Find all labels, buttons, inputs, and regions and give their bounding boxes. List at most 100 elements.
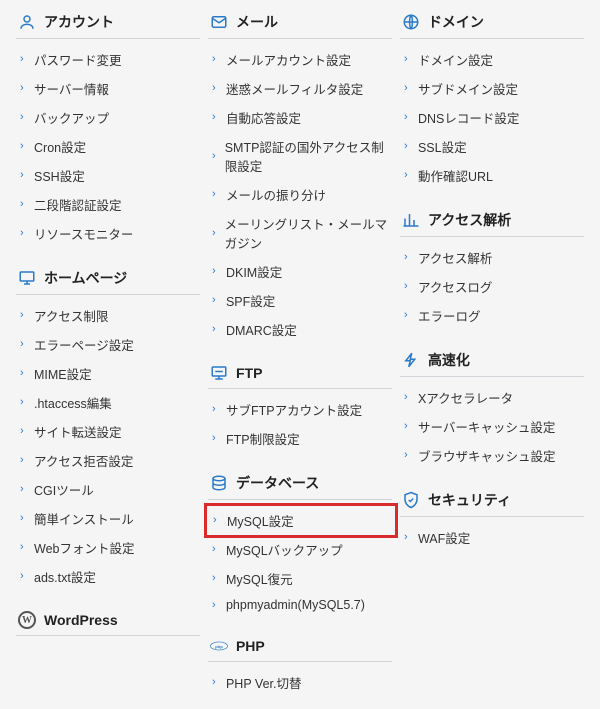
- menu-item[interactable]: ›メールの振り分け: [210, 180, 392, 209]
- menu-item[interactable]: ›エラーログ: [402, 301, 584, 330]
- menu-item-label: DNSレコード設定: [418, 108, 519, 127]
- menu-item[interactable]: › FTP制限設定: [210, 424, 392, 453]
- menu-item-label: MySQL設定: [227, 511, 294, 530]
- section-list: ›ドメイン設定›サブドメイン設定 › DNSレコード設定 ›SSL設定›動作確認URL: [400, 39, 584, 198]
- menu-item[interactable]: ›DKIM設定: [210, 257, 392, 286]
- database-icon: [210, 474, 228, 492]
- section-header-account[interactable]: アカウント: [16, 4, 200, 39]
- menu-item[interactable]: ›簡単インストール: [18, 504, 200, 533]
- menu-item[interactable]: ›MIME設定: [18, 359, 200, 388]
- section-title: 高速化: [428, 350, 470, 370]
- menu-item-label: 迷惑メールフィルタ設定: [226, 79, 363, 98]
- menu-item-label: WAF設定: [418, 528, 470, 547]
- chevron-right-icon: ›: [20, 199, 28, 210]
- wordpress-icon: W: [18, 611, 36, 629]
- menu-item[interactable]: ›CGIツール: [18, 475, 200, 504]
- chevron-right-icon: ›: [404, 421, 412, 432]
- section-title: メール: [236, 12, 278, 32]
- menu-item[interactable]: ›DMARC設定: [210, 315, 392, 344]
- menu-item[interactable]: ›アクセス解析: [402, 243, 584, 272]
- chevron-right-icon: ›: [212, 228, 219, 239]
- menu-item[interactable]: › DNSレコード設定: [402, 103, 584, 132]
- chevron-right-icon: ›: [212, 433, 220, 444]
- chart-icon: [402, 211, 420, 229]
- menu-item[interactable]: ›エラーページ設定: [18, 330, 200, 359]
- menu-item[interactable]: ›サブドメイン設定: [402, 74, 584, 103]
- menu-item[interactable]: ›アクセス制限: [18, 301, 200, 330]
- menu-item-label: サーバーキャッシュ設定: [418, 417, 555, 436]
- menu-item[interactable]: ›サーバー情報: [18, 74, 200, 103]
- section-header-database[interactable]: データベース: [208, 465, 392, 500]
- chevron-right-icon: ›: [212, 54, 220, 65]
- section-security: セキュリティ ›WAF設定: [400, 482, 584, 560]
- menu-item[interactable]: ›自動応答設定: [210, 103, 392, 132]
- menu-item[interactable]: ›メールアカウント設定: [210, 45, 392, 74]
- menu-item-label: サブFTPアカウント設定: [226, 400, 362, 419]
- chevron-right-icon: ›: [20, 141, 28, 152]
- chevron-right-icon: ›: [212, 266, 220, 277]
- section-header-wordpress[interactable]: WWordPress: [16, 603, 200, 636]
- person-icon: [18, 13, 36, 31]
- menu-item[interactable]: ›PHP Ver.切替: [210, 668, 392, 697]
- menu-item[interactable]: ›メーリングリスト・メールマガジン: [210, 209, 392, 257]
- chevron-right-icon: ›: [212, 112, 220, 123]
- section-header-ftp[interactable]: FTP: [208, 356, 392, 389]
- chevron-right-icon: ›: [212, 151, 219, 162]
- menu-item[interactable]: ›Cron設定: [18, 132, 200, 161]
- menu-item-label: DMARC設定: [226, 320, 297, 339]
- globe-icon: [402, 13, 420, 31]
- menu-item[interactable]: ›MySQL復元: [210, 564, 392, 593]
- menu-item[interactable]: ›MySQLバックアップ: [210, 535, 392, 564]
- chevron-right-icon: ›: [404, 112, 412, 123]
- menu-item-label: SSH設定: [34, 166, 85, 185]
- section-header-homepage[interactable]: ホームページ: [16, 260, 200, 295]
- menu-item[interactable]: ›動作確認URL: [402, 161, 584, 190]
- section-header-security[interactable]: セキュリティ: [400, 482, 584, 517]
- chevron-right-icon: ›: [20, 83, 28, 94]
- menu-item[interactable]: ›Xアクセラレータ: [402, 383, 584, 412]
- menu-item[interactable]: ›phpmyadmin(MySQL5.7): [210, 593, 392, 617]
- menu-item[interactable]: ›リソースモニター: [18, 219, 200, 248]
- menu-item-label: メールの振り分け: [226, 185, 326, 204]
- menu-item[interactable]: ›SPF設定: [210, 286, 392, 315]
- menu-item[interactable]: ›アクセス拒否設定: [18, 446, 200, 475]
- menu-item[interactable]: ›ドメイン設定: [402, 45, 584, 74]
- menu-item[interactable]: ›パスワード変更: [18, 45, 200, 74]
- menu-item-label: アクセス解析: [418, 248, 492, 267]
- menu-item[interactable]: › SMTP認証の国外アクセス制限設定: [210, 132, 392, 180]
- chevron-right-icon: ›: [404, 392, 412, 403]
- menu-item[interactable]: › サーバーキャッシュ設定: [402, 412, 584, 441]
- section-header-mail[interactable]: メール: [208, 4, 392, 39]
- menu-item[interactable]: ›サイト転送設定: [18, 417, 200, 446]
- monitor-icon: [18, 269, 36, 287]
- menu-item-label: サイト転送設定: [34, 422, 122, 441]
- menu-item[interactable]: ›二段階認証設定: [18, 190, 200, 219]
- section-header-php[interactable]: phpPHP: [208, 629, 392, 662]
- menu-item[interactable]: ›MySQL設定: [204, 503, 398, 538]
- menu-item-label: パスワード変更: [34, 50, 122, 69]
- section-header-domain[interactable]: ドメイン: [400, 4, 584, 39]
- menu-item[interactable]: ›ads.txt設定: [18, 562, 200, 591]
- menu-item[interactable]: ›Webフォント設定: [18, 533, 200, 562]
- svg-text:php: php: [215, 644, 223, 649]
- menu-item[interactable]: ›迷惑メールフィルタ設定: [210, 74, 392, 103]
- menu-item[interactable]: ›.htaccess編集: [18, 388, 200, 417]
- menu-item-label: エラーログ: [418, 306, 481, 325]
- menu-item[interactable]: ›サブFTPアカウント設定: [210, 395, 392, 424]
- menu-item[interactable]: ›アクセスログ: [402, 272, 584, 301]
- menu-item[interactable]: ›WAF設定: [402, 523, 584, 552]
- section-header-speed[interactable]: 高速化: [400, 342, 584, 377]
- menu-item[interactable]: ›ブラウザキャッシュ設定: [402, 441, 584, 470]
- menu-item-label: 簡単インストール: [34, 509, 134, 528]
- menu-item[interactable]: ›SSL設定: [402, 132, 584, 161]
- menu-item-label: SMTP認証の国外アクセス制限設定: [225, 137, 390, 175]
- section-title: ホームページ: [44, 268, 127, 288]
- chevron-right-icon: ›: [20, 228, 28, 239]
- menu-item[interactable]: ›SSH設定: [18, 161, 200, 190]
- section-header-access[interactable]: アクセス解析: [400, 202, 584, 237]
- menu-item[interactable]: ›バックアップ: [18, 103, 200, 132]
- menu-item-label: FTP制限設定: [226, 429, 300, 448]
- chevron-right-icon: ›: [212, 544, 220, 555]
- settings-panel: アカウント›パスワード変更›サーバー情報›バックアップ›Cron設定›SSH設定…: [0, 0, 600, 709]
- section-list: ›アクセス解析›アクセスログ›エラーログ: [400, 237, 584, 338]
